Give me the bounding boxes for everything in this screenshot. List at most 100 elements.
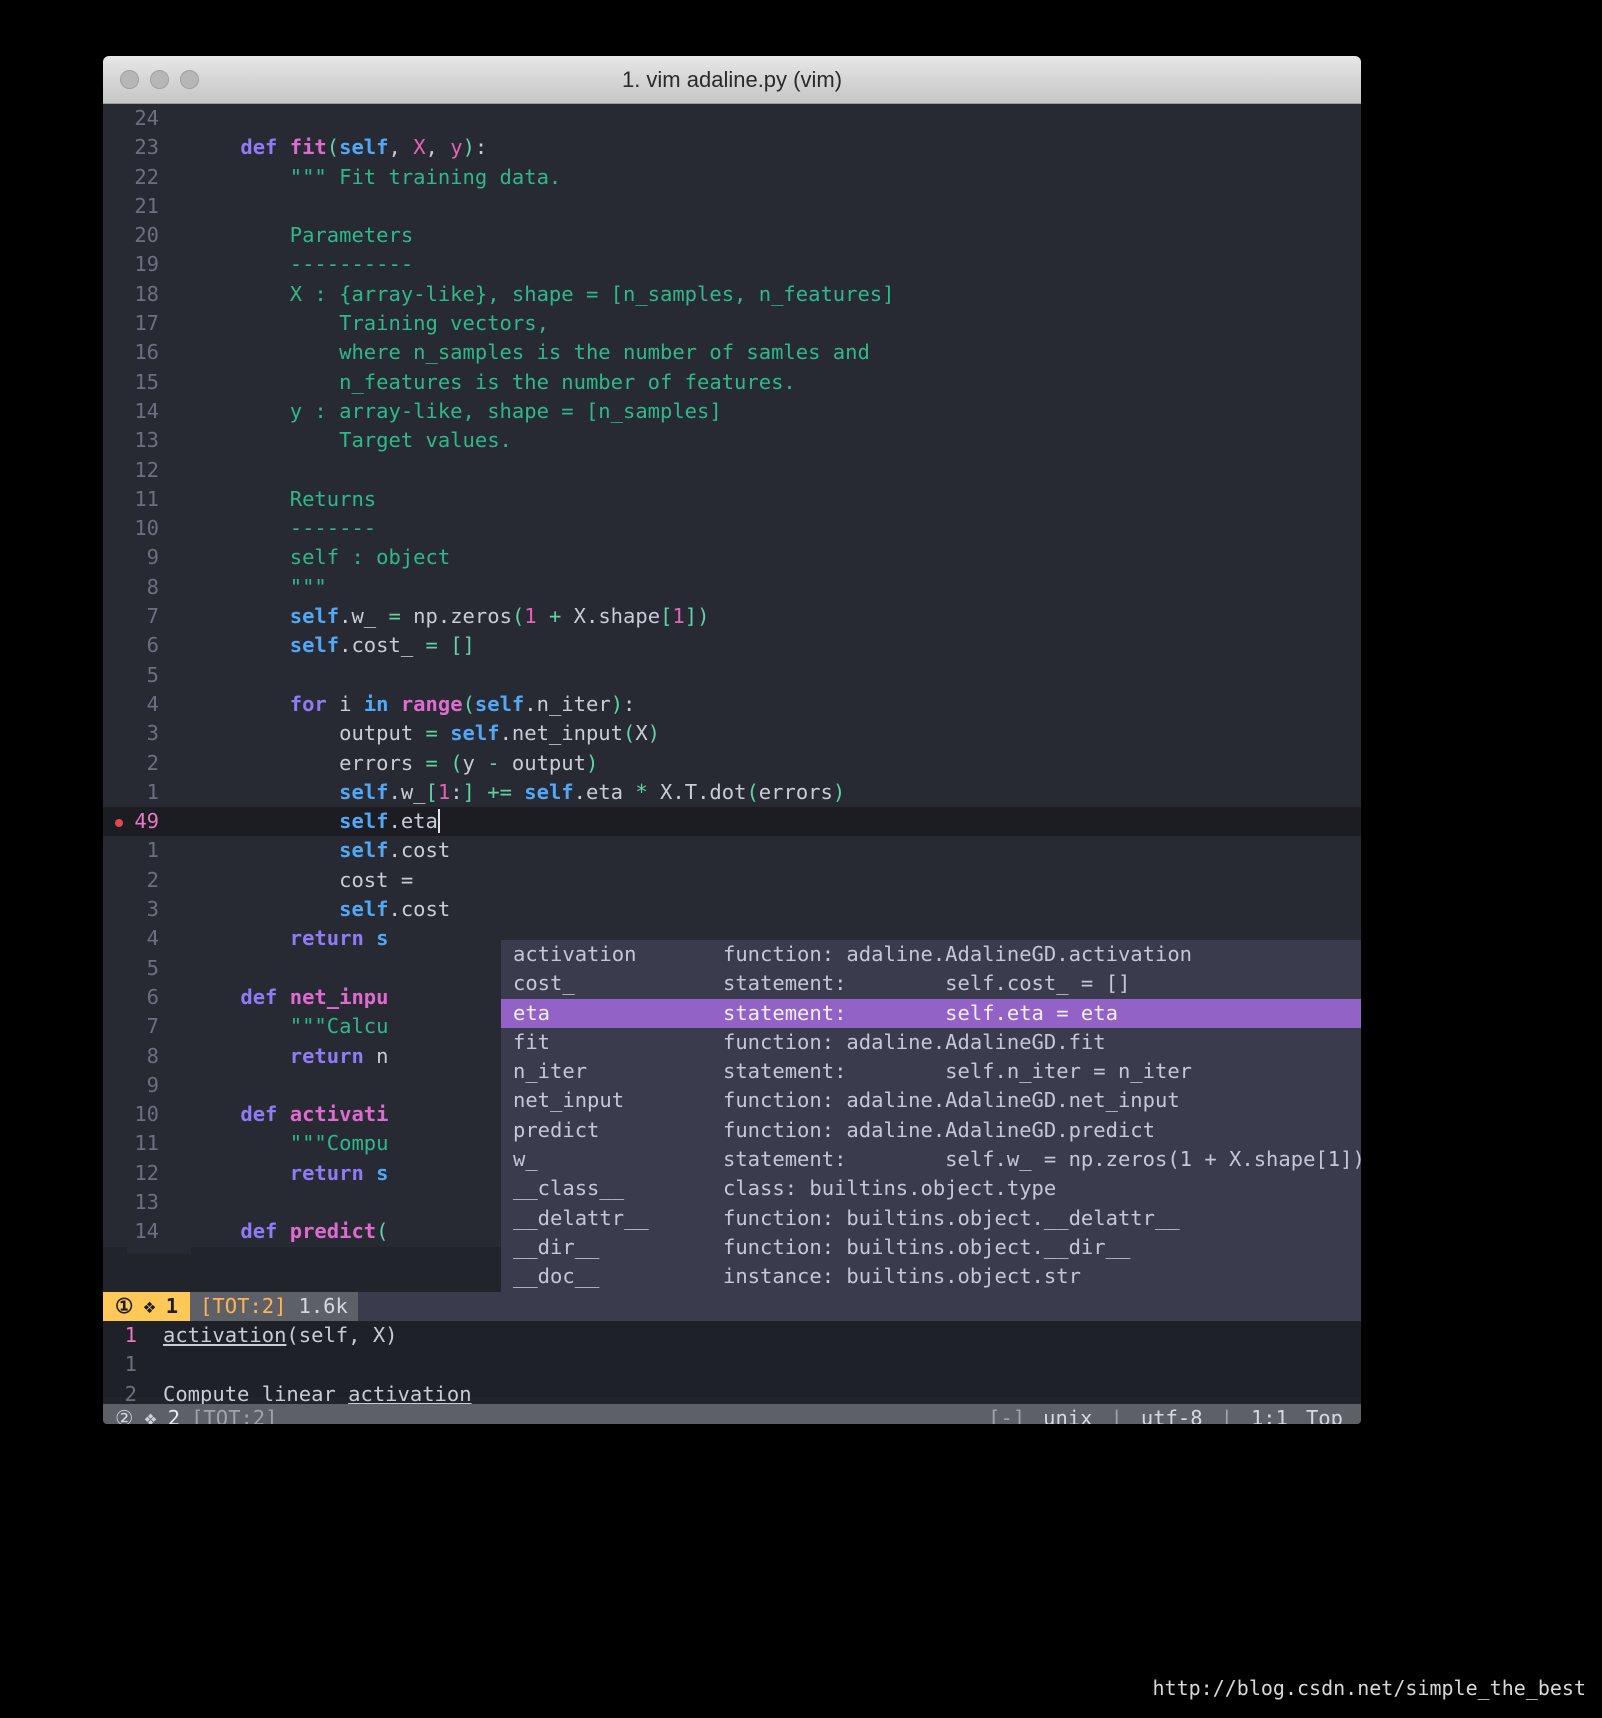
autocomplete-item[interactable]: w_ statement: self.w_ = np.zeros(1 + X.sh…	[501, 1145, 1361, 1174]
branch-count-1: 1	[165, 1294, 179, 1318]
autocomplete-item[interactable]: fit function: adaline.AdalineGD.fit	[501, 1028, 1361, 1057]
branch-icon-1: ❖	[143, 1294, 156, 1318]
code-line-text: Returns	[191, 486, 377, 511]
code-line[interactable]: 20 Parameters	[103, 221, 1361, 251]
separator-2: |	[1220, 1406, 1233, 1424]
preview-line-number: 1	[124, 1323, 137, 1347]
line-number: 8	[146, 1043, 159, 1068]
line-number: 19	[134, 252, 159, 277]
code-line[interactable]: 2 cost =	[103, 865, 1361, 896]
autocomplete-item[interactable]: n_iter statement: self.n_iter = n_iter	[501, 1057, 1361, 1086]
autocomplete-item-kind: function: builtins.object.__dir__	[723, 1234, 1131, 1259]
autocomplete-item[interactable]: predict function: adaline.AdalineGD.predi…	[501, 1116, 1361, 1145]
line-number: 11	[134, 486, 159, 511]
code-line[interactable]: 9 self : object	[103, 543, 1361, 573]
autocomplete-item[interactable]: cost_ statement: self.cost_ = []	[501, 969, 1361, 998]
line-number: 13	[134, 1189, 159, 1214]
line-number: 5	[146, 955, 159, 980]
screen-root: 1. vim adaline.py (vim) 24 23 def fit(sel…	[0, 0, 1602, 1718]
code-line[interactable]: 1 self.w_[1:] += self.eta * X.T.dot(erro…	[103, 777, 1361, 808]
code-line[interactable]: 49 self.eta	[103, 807, 1361, 837]
code-line[interactable]: 10 -------	[103, 514, 1361, 544]
autocomplete-item-word: n_iter	[513, 1059, 588, 1084]
code-line-text: y : array-like, shape = [n_samples]	[191, 398, 722, 423]
window-number-2: ②	[115, 1406, 134, 1424]
line-number: 3	[146, 721, 159, 746]
code-line[interactable]: 3 self.cost	[103, 895, 1361, 925]
code-line[interactable]: 14 y : array-like, shape = [n_samples]	[103, 396, 1361, 427]
watermark-url: http://blog.csdn.net/simple_the_best	[1152, 1676, 1586, 1700]
line-number: 6	[146, 984, 159, 1009]
preview-line-number: 1	[124, 1352, 137, 1377]
autocomplete-item-kind: statement: self.n_iter = n_iter	[723, 1059, 1192, 1084]
code-line[interactable]: 11 Returns	[103, 484, 1361, 515]
code-line[interactable]: 1 self.cost	[103, 836, 1361, 866]
code-line-text: cost =	[191, 867, 426, 892]
code-line[interactable]: 12	[103, 455, 1361, 485]
preview-window[interactable]: 1 activation(self, X) 1 2 Compute linear act…	[103, 1321, 1361, 1406]
statusline-window-1: ① ❖ 1 [TOT:2] 1.6k	[103, 1292, 1361, 1322]
terminal-window: 1. vim adaline.py (vim) 24 23 def fit(sel…	[103, 56, 1361, 1424]
code-line[interactable]: 4 for i in range(self.n_iter):	[103, 689, 1361, 720]
autocomplete-item-word: activation	[513, 942, 637, 966]
code-line[interactable]: 2 errors = (y - output)	[103, 748, 1361, 778]
code-line[interactable]: 6 self.cost_ = []	[103, 631, 1361, 661]
code-line[interactable]: 23 def fit(self, X, y):	[103, 133, 1361, 163]
line-number: 10	[134, 1102, 159, 1127]
line-number: 1	[146, 838, 159, 863]
autocomplete-item[interactable]: __class__ class: builtins.object.type	[501, 1174, 1361, 1203]
line-number: 3	[146, 897, 159, 922]
autocomplete-item[interactable]: __doc__ instance: builtins.object.str	[501, 1262, 1361, 1291]
autocomplete-item-word: fit	[513, 1029, 551, 1054]
autocomplete-item[interactable]: eta statement: self.eta = eta	[501, 998, 1361, 1028]
branch-count-2: 2	[167, 1406, 181, 1424]
autocomplete-item[interactable]: __dir__ function: builtins.object.__dir__	[501, 1233, 1361, 1262]
code-line[interactable]: 24	[103, 104, 1361, 134]
line-number: 2	[146, 750, 159, 775]
autocomplete-item-word: __class__	[513, 1176, 625, 1201]
code-line-text: errors = (y - output)	[191, 750, 599, 775]
separator-1: |	[1110, 1406, 1123, 1424]
code-line[interactable]: 21	[103, 191, 1361, 222]
line-number: 1	[146, 779, 159, 804]
line-number: 14	[134, 1219, 159, 1244]
total-count-2: [TOT:2]	[191, 1406, 278, 1424]
code-line-text: Parameters	[191, 223, 414, 248]
code-line-text: n_features is the number of features.	[191, 369, 796, 394]
code-line-text: def net_inpu	[240, 984, 389, 1009]
line-number: 6	[146, 633, 159, 658]
line-number: 16	[134, 340, 159, 365]
preview-line: 1	[103, 1350, 1361, 1379]
autocomplete-item[interactable]: net_input function: adaline.AdalineGD.net…	[501, 1086, 1361, 1115]
code-line[interactable]: 22 """ Fit training data.	[103, 162, 1361, 192]
code-line[interactable]: 13 Target values.	[103, 426, 1361, 456]
code-line[interactable]: 8 """	[103, 572, 1361, 603]
autocomplete-item-word: net_input	[513, 1088, 625, 1113]
window-number-1: ①	[115, 1294, 134, 1318]
line-number: 22	[134, 164, 159, 189]
autocomplete-item-kind: class: builtins.object.type	[723, 1176, 1057, 1201]
line-number: 10	[134, 516, 159, 541]
code-line[interactable]: 17 Training vectors,	[103, 309, 1361, 339]
branch-icon-2: ❖	[144, 1406, 157, 1424]
autocomplete-item-word: __dir__	[513, 1234, 600, 1259]
editor-area[interactable]: 24 23 def fit(self, X, y): 22 """ Fit trai…	[103, 104, 1361, 1424]
code-line[interactable]: 3 output = self.net_input(X)	[103, 719, 1361, 749]
code-line[interactable]: 5	[103, 660, 1361, 690]
code-line-text: ----------	[191, 252, 414, 277]
file-size-1: 1.6k	[298, 1294, 348, 1318]
code-line[interactable]: 7 self.w_ = np.zeros(1 + X.shape[1])	[103, 602, 1361, 632]
line-number: 9	[146, 1072, 159, 1097]
statusline-1-filler	[357, 1292, 1361, 1322]
preview-symbol-link[interactable]: activation	[348, 1382, 471, 1406]
code-line-text: """	[191, 574, 327, 599]
preview-symbol-link[interactable]: activation	[163, 1323, 286, 1347]
code-line[interactable]: 18 X : {array-like}, shape = [n_samples,…	[103, 279, 1361, 310]
autocomplete-item[interactable]: __delattr__ function: builtins.object.__d…	[501, 1204, 1361, 1233]
autocomplete-item[interactable]: activation function: adaline.AdalineGD.ac…	[501, 940, 1361, 969]
line-number: 12	[134, 1160, 159, 1185]
code-line[interactable]: 15 n_features is the number of features.	[103, 367, 1361, 397]
code-line-text: """Compu	[191, 1131, 389, 1156]
code-line[interactable]: 19 ----------	[103, 250, 1361, 280]
code-line[interactable]: 16 where n_samples is the number of saml…	[103, 338, 1361, 368]
